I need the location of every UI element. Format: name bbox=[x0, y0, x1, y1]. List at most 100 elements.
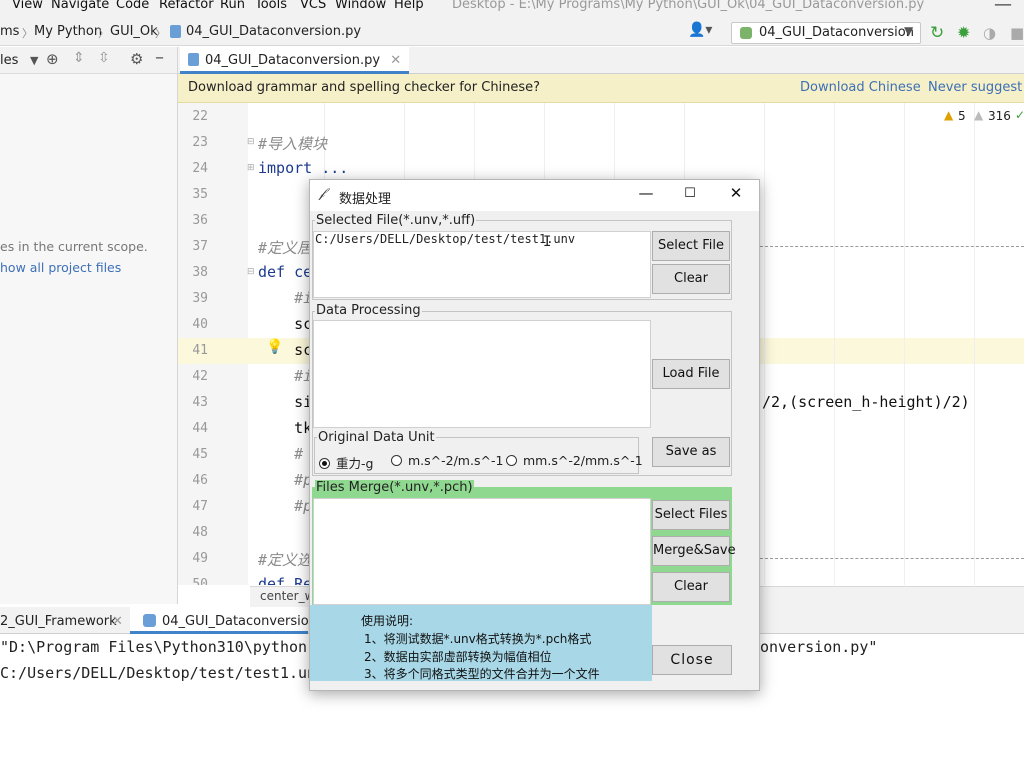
show-all-files-link[interactable]: how all project files bbox=[0, 260, 121, 275]
instructions-title: 使用说明: bbox=[361, 614, 414, 628]
fold-icon[interactable]: ⊟ bbox=[247, 267, 255, 277]
download-chinese-link[interactable]: Download Chinese bbox=[800, 80, 921, 95]
chevron-down-icon: ▼ bbox=[904, 24, 914, 38]
never-suggest-link[interactable]: Never suggest C bbox=[928, 80, 1024, 95]
clear-file-button[interactable]: Clear bbox=[652, 264, 730, 294]
check-icon[interactable]: ✓ bbox=[1015, 108, 1024, 122]
menu-code[interactable]: Code bbox=[116, 0, 149, 12]
line-number: 41 bbox=[192, 343, 208, 358]
expand-all-icon[interactable]: ⇕ bbox=[73, 50, 85, 66]
debug-bug-icon[interactable]: ✹ bbox=[957, 23, 970, 42]
project-panel-title[interactable]: les bbox=[0, 53, 18, 68]
select-file-button[interactable]: Select File bbox=[652, 231, 730, 261]
code-breadcrumb-item[interactable]: center_w bbox=[260, 589, 314, 603]
selected-file-label: Selected File(*.unv,*.uff) bbox=[315, 213, 477, 228]
unit-radio-g[interactable]: 重力-g bbox=[319, 453, 373, 472]
stop-icon[interactable]: ■ bbox=[1010, 24, 1024, 42]
code-line: si bbox=[258, 393, 313, 411]
code-line: sc bbox=[258, 315, 313, 333]
warning-count[interactable]: 5 bbox=[958, 109, 966, 123]
chevron-down-icon[interactable]: ▼ bbox=[30, 54, 38, 67]
run-configuration-select[interactable]: 04_GUI_Dataconversion ▼ bbox=[731, 22, 921, 44]
breadcrumb-item[interactable]: GUI_Ok bbox=[110, 24, 158, 39]
user-icon[interactable]: 👤▾ bbox=[688, 22, 712, 38]
coverage-icon[interactable]: ◑ bbox=[983, 24, 996, 42]
target-icon[interactable]: ⊕ bbox=[46, 50, 59, 68]
line-number: 36 bbox=[192, 213, 208, 228]
save-as-button[interactable]: Save as bbox=[652, 437, 730, 467]
clear-merge-button[interactable]: Clear bbox=[652, 572, 730, 602]
gear-icon[interactable]: ⚙ bbox=[130, 50, 143, 68]
tab-04-gui-dataconversion[interactable]: 04_GUI_Dataconversion.py ✕ bbox=[180, 47, 410, 74]
close-button[interactable]: Close bbox=[652, 645, 732, 675]
line-number: 49 bbox=[192, 551, 208, 566]
project-panel-header: les ▼ ⊕ ⇕ ⇳ ⚙ – bbox=[0, 47, 178, 74]
hide-panel-icon[interactable]: – bbox=[155, 47, 164, 68]
line-number: 48 bbox=[192, 525, 208, 540]
empty-scope-text: es in the current scope. bbox=[0, 239, 148, 254]
merge-save-button[interactable]: Merge&Save bbox=[652, 536, 736, 566]
fold-icon[interactable]: ⊟ bbox=[247, 137, 255, 147]
radio-selected-icon bbox=[319, 458, 330, 469]
data-processing-textbox[interactable] bbox=[313, 320, 651, 428]
unit-radio-mm[interactable]: mm.s^-2/mm.s^-1 bbox=[506, 453, 643, 468]
files-merge-textbox[interactable] bbox=[313, 498, 651, 605]
selected-file-textbox[interactable]: C:/Users/DELL/Desktop/test/test1.unv bbox=[313, 231, 651, 298]
data-unit-label: Original Data Unit bbox=[317, 430, 436, 445]
weak-warning-count[interactable]: 316 bbox=[988, 109, 1011, 123]
instruction-line: 3、将多个同格式类型的文件合并为一个文件 bbox=[364, 667, 600, 681]
close-icon[interactable]: ✕ bbox=[390, 53, 401, 68]
chevron-right-icon: 〉 bbox=[155, 27, 166, 40]
breadcrumb-item[interactable]: My Python bbox=[34, 24, 102, 39]
spellcheck-banner: Download grammar and spelling checker fo… bbox=[178, 74, 1024, 103]
run-configuration-label: 04_GUI_Dataconversion bbox=[759, 25, 914, 40]
menu-help[interactable]: Help bbox=[394, 0, 424, 12]
menu-refactor[interactable]: Refactor bbox=[159, 0, 214, 12]
console-line: C:/Users/DELL/Desktop/test/test1.un bbox=[0, 664, 317, 682]
minimize-icon[interactable]: — bbox=[635, 184, 657, 206]
rerun-icon[interactable]: ↻ bbox=[930, 23, 944, 43]
feather-icon: 𝒻 bbox=[319, 186, 325, 201]
tab-label: 04_GUI_Dataconversion.py bbox=[205, 53, 381, 68]
run-tab-gui-framework[interactable]: 2_GUI_Framework bbox=[0, 614, 117, 629]
code-line: # bbox=[258, 445, 304, 463]
collapse-all-icon[interactable]: ⇳ bbox=[98, 50, 110, 66]
close-icon[interactable]: ✕ bbox=[725, 184, 747, 206]
load-file-button[interactable]: Load File bbox=[652, 359, 730, 389]
menu-tools[interactable]: Tools bbox=[255, 0, 287, 12]
menu-run[interactable]: Run bbox=[220, 0, 245, 12]
breadcrumb-item[interactable]: 04_GUI_Dataconversion.py bbox=[186, 24, 361, 39]
menu-vcs[interactable]: VCS bbox=[300, 0, 326, 12]
code-line: #i bbox=[258, 367, 313, 385]
select-files-button[interactable]: Select Files bbox=[652, 500, 730, 530]
instruction-line: 2、数据由实部虚部转换为幅值相位 bbox=[364, 650, 552, 664]
chevron-right-icon: 〉 bbox=[22, 27, 33, 40]
close-icon[interactable]: ✕ bbox=[112, 614, 123, 629]
line-number: 37 bbox=[192, 239, 208, 254]
line-number: 44 bbox=[192, 421, 208, 436]
fold-icon[interactable]: ⊞ bbox=[247, 163, 255, 173]
python-file-icon bbox=[170, 25, 181, 38]
banner-message: Download grammar and spelling checker fo… bbox=[188, 80, 541, 95]
warning-icon[interactable]: ▲ bbox=[944, 108, 953, 122]
menu-window[interactable]: Window bbox=[335, 0, 386, 12]
line-number: 23 bbox=[192, 135, 208, 150]
dialog-title-bar[interactable]: 𝒻 数据处理 — ☐ ✕ bbox=[310, 180, 759, 211]
menu-view[interactable]: View bbox=[12, 0, 43, 12]
menu-navigate[interactable]: Navigate bbox=[51, 0, 109, 12]
project-panel: es in the current scope. how all project… bbox=[0, 74, 178, 604]
maximize-icon[interactable]: ☐ bbox=[679, 186, 701, 208]
files-merge-label: Files Merge(*.unv,*.pch) bbox=[315, 480, 474, 495]
unit-radio-m[interactable]: m.s^-2/m.s^-1 bbox=[391, 453, 503, 468]
code-line: def Re bbox=[258, 575, 313, 585]
chevron-right-icon: 〉 bbox=[98, 27, 109, 40]
code-line: import ... bbox=[258, 159, 349, 177]
run-tab-dataconversion[interactable]: 04_GUI_Dataconversion bbox=[162, 614, 317, 629]
minimize-icon[interactable]: — bbox=[994, 0, 1012, 15]
line-number: 50 bbox=[192, 577, 208, 585]
code-line: #定义选 bbox=[258, 551, 313, 569]
breadcrumb-item[interactable]: ms bbox=[0, 24, 19, 39]
weak-warning-icon[interactable]: ▲ bbox=[974, 108, 983, 122]
radio-empty-icon bbox=[391, 455, 402, 466]
console-line: "D:\Program Files\Python310\python. bbox=[0, 638, 317, 656]
